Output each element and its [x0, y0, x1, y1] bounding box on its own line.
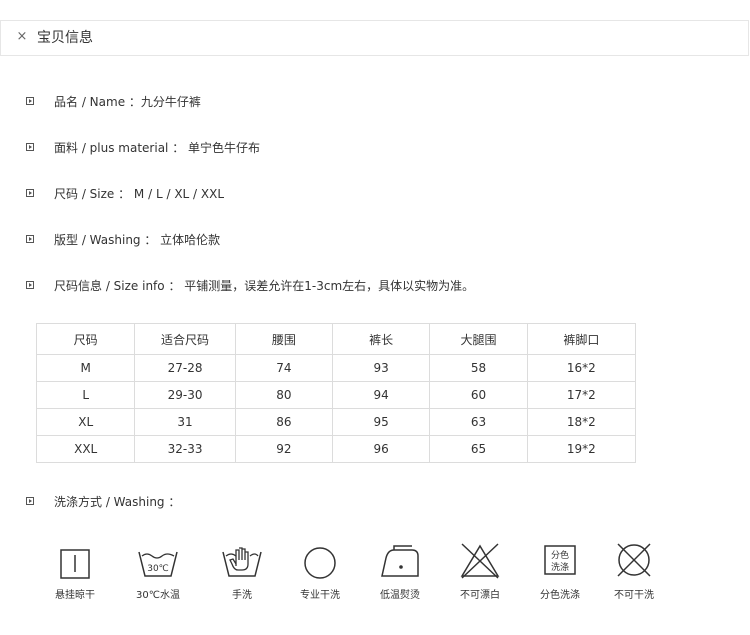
close-icon[interactable]: ×	[15, 30, 29, 44]
table-cell: 86	[234, 408, 334, 436]
attr-fit-text: 版型 / Washing ： 立体哈伦款	[54, 233, 221, 247]
table-cell: 16*2	[526, 354, 637, 382]
care-caption: 30℃水温	[136, 590, 180, 601]
table-cell: 63	[429, 408, 528, 436]
care-caption: 不可干洗	[614, 590, 654, 601]
low-temp-iron-icon	[381, 545, 419, 577]
table-cell: 32-33	[134, 435, 236, 463]
bullet-icon	[26, 497, 34, 505]
table-cell: 58	[429, 354, 528, 382]
table-cell: 18*2	[526, 408, 637, 436]
separate-wash-glyph-top: 分色	[551, 549, 569, 561]
care-caption: 专业干洗	[300, 590, 340, 601]
professional-dry-clean-icon	[304, 547, 336, 579]
separate-wash-glyph-bottom: 洗涤	[551, 561, 569, 573]
attr-name-text: 品名 / Name ：九分牛仔裤	[54, 95, 201, 109]
care-item-wash-30c: 30℃ 30℃水温	[128, 540, 188, 610]
bullet-icon	[26, 97, 34, 105]
wash-30c-icon: 30℃	[138, 551, 178, 577]
table-cell: 96	[332, 435, 431, 463]
table-cell: 93	[332, 354, 431, 382]
table-header-row: 尺码 适合尺码 腰围 裤长 大腿围 裤脚口	[35, 323, 637, 355]
table-header-cell: 尺码	[35, 323, 136, 355]
table-header-cell: 裤脚口	[526, 323, 637, 355]
table-cell: 27-28	[134, 354, 236, 382]
hang-dry-icon	[60, 549, 90, 579]
table-cell: XXL	[35, 435, 136, 463]
care-item-dry-clean: 专业干洗	[290, 540, 350, 610]
table-row: M 27-28 74 93 58 16*2	[35, 354, 637, 382]
care-item-hand-wash: 手洗	[212, 540, 272, 610]
size-table: 尺码 适合尺码 腰围 裤长 大腿围 裤脚口 M 27-28 74 93 58 1…	[35, 323, 637, 463]
table-header-cell: 大腿围	[429, 323, 528, 355]
care-item-no-dry-clean: 不可干洗	[604, 540, 664, 610]
attr-size-info-text: 尺码信息 / Size info ： 平铺测量，误差允许在1-3cm左右，具体以…	[54, 279, 475, 293]
table-cell: 74	[234, 354, 334, 382]
table-cell: 17*2	[526, 381, 637, 409]
table-header-cell: 腰围	[234, 323, 334, 355]
table-cell: M	[35, 354, 136, 382]
care-caption: 手洗	[232, 590, 252, 601]
table-cell: 31	[134, 408, 236, 436]
bullet-icon	[26, 189, 34, 197]
table-cell: 94	[332, 381, 431, 409]
table-cell: L	[35, 381, 136, 409]
table-cell: 95	[332, 408, 431, 436]
care-caption: 不可漂白	[460, 590, 500, 601]
table-cell: 92	[234, 435, 334, 463]
bullet-icon	[26, 235, 34, 243]
care-icons: 悬挂晾干 30℃ 30℃水温 手洗 专业干洗 低温熨烫 不可漂白 分色 洗涤 分…	[45, 540, 665, 610]
table-cell: 60	[429, 381, 528, 409]
bullet-icon	[26, 281, 34, 289]
care-item-no-bleach: 不可漂白	[450, 540, 510, 610]
attr-washing-text: 洗涤方式 / Washing ：	[54, 495, 181, 509]
no-tumble-dry-icon	[617, 543, 651, 577]
table-cell: 19*2	[526, 435, 637, 463]
table-row: XL 31 86 95 63 18*2	[35, 408, 637, 436]
bullet-icon	[26, 143, 34, 151]
table-header-cell: 裤长	[332, 323, 431, 355]
care-item-iron: 低温熨烫	[370, 540, 430, 610]
table-cell: XL	[35, 408, 136, 436]
care-caption: 低温熨烫	[380, 590, 420, 601]
table-row: L 29-30 80 94 60 17*2	[35, 381, 637, 409]
wash-temp-glyph: 30℃	[147, 564, 169, 574]
separate-wash-icon: 分色 洗涤	[544, 545, 576, 575]
no-bleach-icon	[460, 543, 500, 579]
care-caption: 悬挂晾干	[55, 590, 95, 601]
table-cell: 29-30	[134, 381, 236, 409]
hand-wash-icon	[222, 547, 262, 577]
care-caption: 分色洗涤	[540, 590, 580, 601]
table-header-cell: 适合尺码	[134, 323, 236, 355]
section-title: 宝贝信息	[37, 30, 93, 46]
attr-size-text: 尺码 / Size ： M / L / XL / XXL	[54, 187, 225, 201]
section-header: × 宝贝信息	[0, 20, 749, 56]
care-item-hang-dry: 悬挂晾干	[45, 540, 105, 610]
table-row: XXL 32-33 92 96 65 19*2	[35, 435, 637, 463]
attr-material-text: 面料 / plus material ： 单宁色牛仔布	[54, 141, 261, 155]
table-cell: 80	[234, 381, 334, 409]
care-item-separate-wash: 分色 洗涤 分色洗涤	[530, 540, 590, 610]
table-cell: 65	[429, 435, 528, 463]
